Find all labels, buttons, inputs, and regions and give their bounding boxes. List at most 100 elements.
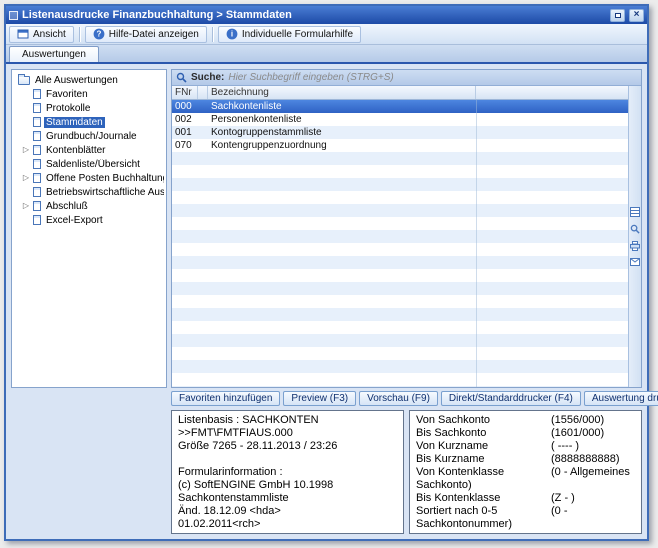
param-row: Von Kontenklasse(0 - Allgemeines Sachkon… [416,466,635,492]
preview-button[interactable]: Preview (F3) [283,391,356,406]
column-header-fnr[interactable]: FNr [172,86,198,99]
close-button[interactable]: × [629,9,644,22]
tree-item-label: Excel-Export [44,215,105,226]
param-value: (1556/000) [551,414,604,426]
info-line: Größe 7265 - 28.11.2013 / 23:26 [178,440,397,453]
info-line: Sachkontenstammliste [178,492,397,505]
cell-rest [476,126,628,139]
search-input[interactable] [228,72,637,83]
cell-fnr: 001 [172,126,198,139]
tree-item-betriebswirtschaftliche-auswertungen[interactable]: Betriebswirtschaftliche Auswertungen [14,185,164,199]
vorschau-button[interactable]: Vorschau (F9) [359,391,438,406]
param-label: Von Sachkonto [416,414,551,427]
tree-item-label: Offene Posten Buchhaltung [44,173,164,184]
param-row: Bis Sachkonto(1601/000) [416,427,635,440]
toolbar-separator [212,27,213,42]
table-row[interactable]: 000 Sachkontenliste [172,100,628,113]
document-icon [33,159,41,169]
tree-item-label: Kontenblätter [44,145,108,156]
cell-bezeichnung: Personenkontenliste [208,113,476,126]
tree-item-saldenliste-uebersicht[interactable]: Saldenliste/Übersicht [14,157,164,171]
close-icon: × [634,10,640,20]
table-row[interactable]: 070 Kontengruppenzuordnung [172,139,628,152]
tab-auswertungen[interactable]: Auswertungen [9,46,99,62]
help-icon: ? [93,28,105,40]
tree-item-grundbuch-journale[interactable]: Grundbuch/Journale [14,129,164,143]
cell-flag [198,100,208,113]
search-icon[interactable] [630,224,640,234]
side-icon-strip [628,86,641,387]
tree-item-label: Saldenliste/Übersicht [44,159,142,170]
cell-flag [198,113,208,126]
formularhilfe-label: Individuelle Formularhilfe [242,29,353,40]
favoriten-hinzufuegen-button[interactable]: Favoriten hinzufügen [171,391,280,406]
document-icon [33,117,41,127]
restore-icon [615,13,621,18]
expand-arrow-icon[interactable]: ▷ [22,143,30,157]
columns-icon[interactable] [630,207,640,217]
param-row: Sortiert nach 0-5(0 - Sachkontonummer) [416,505,635,531]
tree-item-label: Betriebswirtschaftliche Auswertungen [44,187,164,198]
restore-button[interactable] [610,9,625,22]
cell-fnr: 070 [172,139,198,152]
tree-item-kontenblaetter[interactable]: ▷ Kontenblätter [14,143,164,157]
tree-item-label: Stammdaten [44,117,105,128]
app-window: Listenausdrucke Finanzbuchhaltung > Stam… [4,4,649,541]
document-icon [33,89,41,99]
tree-item-label: Favoriten [44,89,90,100]
param-row: Bis Kontenklasse(Z - ) [416,492,635,505]
tree-item-protokolle[interactable]: Protokolle [14,101,164,115]
cell-flag [198,126,208,139]
param-label: Bis Kurzname [416,453,551,466]
search-bar[interactable]: Suche: [172,70,641,86]
table-row[interactable]: 001 Kontogruppenstammliste [172,126,628,139]
svg-text:i: i [231,30,233,39]
tree-item-stammdaten[interactable]: Stammdaten [14,115,164,129]
hilfe-datei-button[interactable]: ? Hilfe-Datei anzeigen [85,26,207,43]
document-icon [33,131,41,141]
tree-item-favoriten[interactable]: Favoriten [14,87,164,101]
column-header-rest [476,86,628,99]
column-header-bezeichnung[interactable]: Bezeichnung [208,86,476,99]
direkt-standarddrucker-button[interactable]: Direkt/Standarddrucker (F4) [441,391,581,406]
cell-fnr: 000 [172,100,198,113]
tree-item-alle-auswertungen[interactable]: Alle Auswertungen [14,73,164,87]
param-value: ( ---- ) [551,440,579,452]
document-icon [33,201,41,211]
info-line: (c) SoftENGINE GmbH 10.1998 [178,479,397,492]
tree-item-label: Protokolle [44,103,92,114]
table-row[interactable]: 002 Personenkontenliste [172,113,628,126]
print-icon[interactable] [630,241,640,251]
info-line: 01.02.2011<rch> [178,518,397,531]
param-row: Bis Kurzname(8888888888) [416,453,635,466]
mail-icon[interactable] [630,258,640,266]
tree-item-abschluss[interactable]: ▷ Abschluß [14,199,164,213]
toolbar: Ansicht ? Hilfe-Datei anzeigen i Individ… [6,24,647,45]
cell-bezeichnung: Kontogruppenstammliste [208,126,476,139]
column-header-flag[interactable] [198,86,208,99]
ansicht-label: Ansicht [33,29,66,40]
formularhilfe-button[interactable]: i Individuelle Formularhilfe [218,26,361,43]
document-icon [33,187,41,197]
tree-item-excel-export[interactable]: Excel-Export [14,213,164,227]
param-label: Bis Sachkonto [416,427,551,440]
hilfe-datei-label: Hilfe-Datei anzeigen [109,29,199,40]
tree-item-offene-posten-buchhaltung[interactable]: ▷ Offene Posten Buchhaltung [14,171,164,185]
expand-arrow-icon[interactable]: ▷ [22,199,30,213]
expand-arrow-icon[interactable]: ▷ [22,171,30,185]
table-header: FNr Bezeichnung [172,86,628,100]
content-area: Alle Auswertungen Favoriten Protokolle S… [6,64,647,539]
info-line: Listenbasis : SACHKONTEN [178,414,397,427]
auswertung-drucken-button[interactable]: Auswertung drucken [584,391,658,406]
param-value: (8888888888) [551,453,620,465]
tree-item-label: Alle Auswertungen [33,75,120,86]
search-label: Suche: [191,72,224,83]
list-panel: Suche: FNr Bezeichnung 000 [171,69,642,388]
info-icon: i [226,28,238,40]
ansicht-button[interactable]: Ansicht [9,26,74,43]
view-icon [17,28,29,40]
list-info-box: Listenbasis : SACHKONTEN >>FMT\FMTFIAUS.… [171,410,404,534]
window-icon [9,11,18,20]
cell-rest [476,139,628,152]
toolbar-separator [79,27,80,42]
